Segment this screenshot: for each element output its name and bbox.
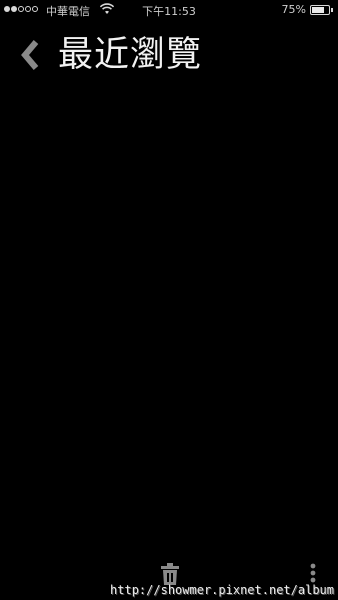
bottom-toolbar: http://showmer.pixnet.net/album bbox=[0, 550, 338, 600]
battery-percent: 75% bbox=[281, 3, 306, 16]
back-button[interactable] bbox=[14, 36, 48, 74]
page-title: 最近瀏覽 bbox=[58, 35, 203, 75]
watermark: http://showmer.pixnet.net/album bbox=[110, 583, 334, 597]
battery-icon bbox=[310, 5, 330, 15]
battery-nub bbox=[331, 8, 333, 12]
content-area bbox=[0, 90, 338, 550]
chevron-left-icon bbox=[21, 40, 39, 70]
header: 最近瀏覽 bbox=[0, 28, 338, 82]
status-bar: 中華電信 下午11:53 75% bbox=[0, 0, 338, 20]
battery-level bbox=[312, 7, 324, 13]
